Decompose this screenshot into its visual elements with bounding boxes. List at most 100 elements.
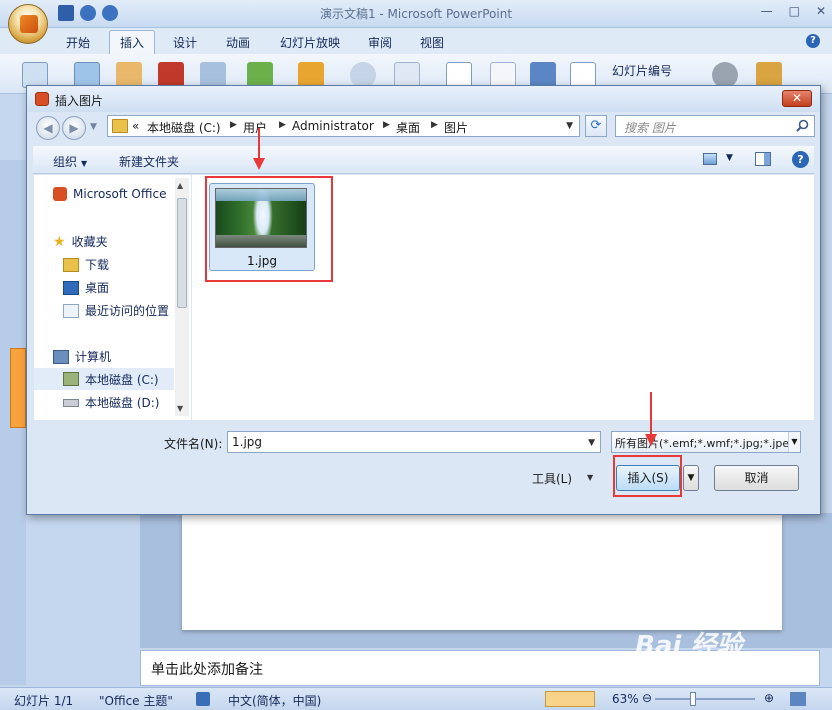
nav-label: 最近访问的位置	[85, 304, 170, 318]
slide-number-button[interactable]: 幻灯片编号	[612, 62, 672, 79]
nav-favorites[interactable]: ★ 收藏夹	[53, 233, 108, 250]
view-buttons[interactable]	[545, 691, 595, 707]
nav-label: 下载	[85, 258, 110, 272]
search-input[interactable]: 搜索 图片	[615, 115, 815, 137]
nav-scrollbar[interactable]: ▲ ▼	[175, 178, 189, 416]
address-overflow[interactable]: «	[132, 119, 139, 133]
forward-button[interactable]: ▶	[62, 116, 86, 140]
insert-options-button[interactable]: ▼	[683, 465, 699, 491]
powerpoint-icon	[35, 92, 49, 106]
refresh-button[interactable]: ⟳	[585, 115, 607, 137]
chevron-down-icon[interactable]: ▼	[587, 473, 593, 482]
address-seg-admin[interactable]: Administrator	[292, 119, 374, 133]
office-button[interactable]	[8, 4, 48, 44]
organize-label: 组织	[53, 155, 78, 169]
star-icon: ★	[53, 233, 66, 250]
chevron-right-icon[interactable]: ▶	[230, 120, 237, 130]
filename-input[interactable]: 1.jpg ▼	[227, 431, 601, 453]
app-title: 演示文稿1 - Microsoft PowerPoint	[319, 7, 513, 21]
tab-home[interactable]: 开始	[66, 34, 90, 51]
chevron-down-icon[interactable]: ▼	[788, 432, 800, 452]
preview-pane-icon[interactable]	[755, 152, 771, 166]
recent-places-icon	[63, 303, 79, 318]
tab-review[interactable]: 审阅	[368, 34, 392, 51]
nav-label: Microsoft Office	[73, 187, 167, 201]
window-controls: — □ ✕	[761, 4, 826, 18]
arrow-down-icon	[258, 128, 260, 160]
tab-design[interactable]: 设计	[173, 34, 197, 51]
address-seg-pictures[interactable]: 图片	[444, 119, 468, 136]
chevron-right-icon[interactable]: ▶	[431, 120, 438, 130]
arrow-head-icon	[253, 158, 265, 170]
minimize-button[interactable]: —	[761, 4, 773, 18]
tab-insert[interactable]: 插入	[109, 30, 156, 56]
nav-drive-d[interactable]: 本地磁盘 (D:)	[63, 394, 159, 411]
view-options-icon[interactable]	[703, 153, 717, 165]
cancel-button[interactable]: 取消	[714, 465, 799, 491]
downloads-folder-icon	[63, 257, 79, 272]
slide-canvas[interactable]	[182, 513, 782, 630]
nav-desktop[interactable]: 桌面	[63, 279, 109, 296]
nav-downloads[interactable]: 下载	[63, 256, 109, 273]
search-icon[interactable]	[796, 119, 809, 132]
chevron-right-icon[interactable]: ▶	[383, 120, 390, 130]
address-seg-drive[interactable]: 本地磁盘 (C:)	[147, 119, 221, 136]
dialog-help-icon[interactable]: ?	[792, 151, 809, 168]
spellcheck-icon[interactable]	[196, 692, 210, 706]
nav-computer[interactable]: 计算机	[53, 348, 111, 365]
zoom-level[interactable]: 63%	[612, 692, 639, 706]
status-theme: "Office 主题"	[99, 694, 173, 708]
status-bar: 幻灯片 1/1 "Office 主题" 中文(简体，中国) 63% ⊖ ⊕	[0, 687, 832, 710]
watermark-url: jingyan.baidu.com	[668, 662, 761, 673]
nav-microsoft-office[interactable]: Microsoft Office	[53, 187, 166, 201]
tools-button[interactable]: 工具(L)	[532, 470, 572, 487]
navigation-bar: ◀ ▶ ▼ « 本地磁盘 (C:) ▶ 用户 ▶ Administrator ▶…	[27, 112, 820, 142]
new-folder-button[interactable]: 新建文件夹	[119, 153, 179, 170]
address-bar[interactable]: « 本地磁盘 (C:) ▶ 用户 ▶ Administrator ▶ 桌面 ▶ …	[107, 115, 580, 137]
organize-button[interactable]: 组织 ▼	[53, 153, 87, 170]
app-title-bar: 演示文稿1 - Microsoft PowerPoint — □ ✕	[0, 0, 832, 28]
tab-view[interactable]: 视图	[420, 34, 444, 51]
chevron-right-icon[interactable]: ▶	[279, 120, 286, 130]
address-seg-users[interactable]: 用户	[243, 119, 267, 136]
chevron-down-icon[interactable]: ▼	[588, 438, 595, 448]
nav-recent[interactable]: 最近访问的位置	[63, 302, 169, 319]
slide-thumbnail[interactable]	[10, 348, 26, 428]
chevron-down-icon: ▼	[81, 159, 88, 168]
chevron-down-icon[interactable]: ▼	[566, 121, 573, 131]
close-button[interactable]: ✕	[816, 4, 826, 18]
file-type-value: 所有图片(*.emf;*.wmf;*.jpg;*.jpeg	[615, 437, 797, 450]
computer-icon	[53, 349, 69, 364]
nav-label: 本地磁盘 (C:)	[85, 372, 159, 387]
file-type-select[interactable]: 所有图片(*.emf;*.wmf;*.jpg;*.jpeg ▼	[611, 431, 801, 453]
zoom-slider-handle[interactable]	[690, 692, 696, 706]
zoom-slider[interactable]	[655, 698, 755, 700]
back-button[interactable]: ◀	[36, 116, 60, 140]
chevron-down-icon[interactable]: ▼	[726, 153, 733, 163]
filename-value: 1.jpg	[232, 435, 263, 449]
maximize-button[interactable]: □	[789, 4, 800, 18]
fit-window-icon[interactable]	[790, 692, 806, 706]
nav-label: 收藏夹	[71, 235, 108, 249]
highlight-box-file	[205, 176, 333, 282]
drive-d-icon	[63, 398, 79, 407]
status-language: 中文(简体，中国)	[228, 694, 322, 708]
highlight-box-insert	[613, 455, 682, 497]
tab-animation[interactable]: 动画	[226, 34, 250, 51]
dialog-close-button[interactable]: ✕	[782, 90, 812, 107]
scroll-up-icon[interactable]: ▲	[177, 181, 183, 190]
nav-label: 本地磁盘 (D:)	[85, 396, 160, 410]
zoom-in-icon[interactable]: ⊕	[764, 691, 774, 705]
status-slide-count: 幻灯片 1/1	[14, 694, 74, 708]
arrow-head-icon	[645, 434, 657, 446]
arrow-down-icon	[650, 392, 652, 436]
scroll-down-icon[interactable]: ▼	[177, 404, 183, 413]
zoom-out-icon[interactable]: ⊖	[642, 691, 652, 705]
scrollbar-thumb[interactable]	[177, 198, 187, 308]
address-seg-desktop[interactable]: 桌面	[396, 119, 420, 136]
help-icon[interactable]: ?	[806, 34, 820, 48]
nav-drive-c[interactable]: 本地磁盘 (C:)	[34, 368, 174, 390]
insert-picture-dialog: 插入图片 ✕ ◀ ▶ ▼ « 本地磁盘 (C:) ▶ 用户 ▶ Administ…	[26, 85, 821, 515]
history-dropdown-icon[interactable]: ▼	[90, 122, 97, 132]
tab-slideshow[interactable]: 幻灯片放映	[280, 34, 340, 51]
